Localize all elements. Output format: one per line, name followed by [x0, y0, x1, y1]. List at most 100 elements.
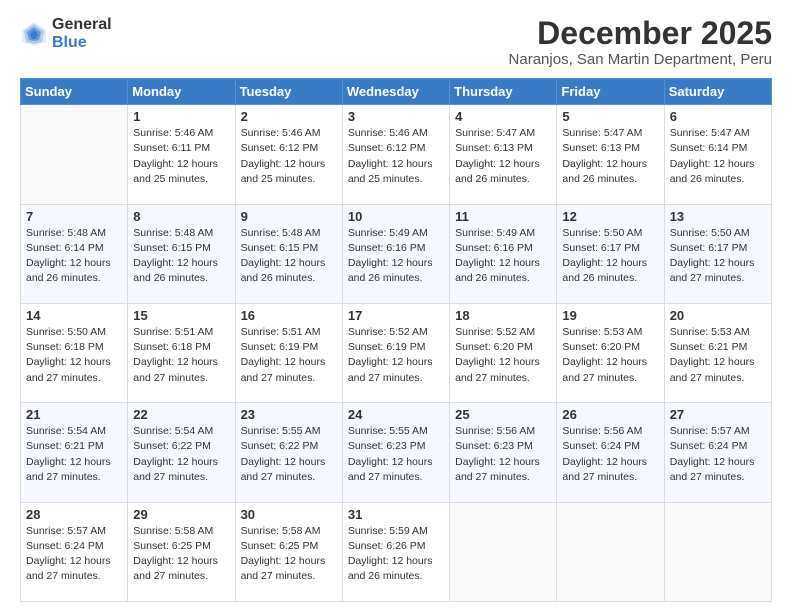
- day-info: Sunrise: 5:50 AM Sunset: 6:17 PM Dayligh…: [562, 226, 658, 287]
- calendar-cell: 5 Sunrise: 5:47 AM Sunset: 6:13 PM Daylig…: [557, 105, 664, 204]
- day-info: Sunrise: 5:52 AM Sunset: 6:19 PM Dayligh…: [348, 325, 444, 386]
- day-info: Sunrise: 5:55 AM Sunset: 6:22 PM Dayligh…: [241, 424, 337, 485]
- day-info: Sunrise: 5:48 AM Sunset: 6:15 PM Dayligh…: [241, 226, 337, 287]
- day-info: Sunrise: 5:48 AM Sunset: 6:15 PM Dayligh…: [133, 226, 229, 287]
- subtitle: Naranjos, San Martin Department, Peru: [509, 51, 772, 68]
- page: General Blue December 2025 Naranjos, San…: [0, 0, 792, 612]
- day-number: 23: [241, 407, 337, 422]
- calendar-week-5: 28 Sunrise: 5:57 AM Sunset: 6:24 PM Dayli…: [21, 502, 772, 601]
- day-info: Sunrise: 5:46 AM Sunset: 6:12 PM Dayligh…: [348, 126, 444, 187]
- calendar-cell: 1 Sunrise: 5:46 AM Sunset: 6:11 PM Daylig…: [128, 105, 235, 204]
- day-number: 18: [455, 308, 551, 323]
- calendar-cell: 20Sunrise: 5:53 AM Sunset: 6:21 PM Dayli…: [664, 303, 771, 402]
- day-info: Sunrise: 5:50 AM Sunset: 6:18 PM Dayligh…: [26, 325, 122, 386]
- header-tuesday: Tuesday: [235, 79, 342, 105]
- calendar-cell: 25Sunrise: 5:56 AM Sunset: 6:23 PM Dayli…: [450, 403, 557, 502]
- calendar-cell: 8 Sunrise: 5:48 AM Sunset: 6:15 PM Daylig…: [128, 204, 235, 303]
- day-number: 19: [562, 308, 658, 323]
- day-number: 28: [26, 507, 122, 522]
- day-info: Sunrise: 5:58 AM Sunset: 6:25 PM Dayligh…: [241, 524, 337, 585]
- day-info: Sunrise: 5:49 AM Sunset: 6:16 PM Dayligh…: [348, 226, 444, 287]
- day-info: Sunrise: 5:47 AM Sunset: 6:13 PM Dayligh…: [562, 126, 658, 187]
- calendar-cell: 24Sunrise: 5:55 AM Sunset: 6:23 PM Dayli…: [342, 403, 449, 502]
- day-info: Sunrise: 5:57 AM Sunset: 6:24 PM Dayligh…: [26, 524, 122, 585]
- day-info: Sunrise: 5:54 AM Sunset: 6:22 PM Dayligh…: [133, 424, 229, 485]
- day-number: 30: [241, 507, 337, 522]
- calendar-cell: 26Sunrise: 5:56 AM Sunset: 6:24 PM Dayli…: [557, 403, 664, 502]
- day-number: 15: [133, 308, 229, 323]
- logo-general-text: General: [52, 16, 112, 34]
- calendar-week-4: 21 Sunrise: 5:54 AM Sunset: 6:21 PM Dayli…: [21, 403, 772, 502]
- calendar-cell: 18 Sunrise: 5:52 AM Sunset: 6:20 PM Dayli…: [450, 303, 557, 402]
- logo-icon: [20, 20, 48, 48]
- day-info: Sunrise: 5:51 AM Sunset: 6:19 PM Dayligh…: [241, 325, 337, 386]
- day-number: 4: [455, 109, 551, 124]
- day-info: Sunrise: 5:47 AM Sunset: 6:13 PM Dayligh…: [455, 126, 551, 187]
- day-number: 11: [455, 209, 551, 224]
- logo: General Blue: [20, 16, 112, 51]
- day-number: 1: [133, 109, 229, 124]
- day-info: Sunrise: 5:46 AM Sunset: 6:12 PM Dayligh…: [241, 126, 337, 187]
- calendar-week-2: 7 Sunrise: 5:48 AM Sunset: 6:14 PM Daylig…: [21, 204, 772, 303]
- calendar-cell: 28 Sunrise: 5:57 AM Sunset: 6:24 PM Dayli…: [21, 502, 128, 601]
- day-number: 17: [348, 308, 444, 323]
- header: General Blue December 2025 Naranjos, San…: [20, 16, 772, 68]
- day-number: 8: [133, 209, 229, 224]
- logo-blue-text: Blue: [52, 34, 112, 52]
- day-number: 9: [241, 209, 337, 224]
- day-number: 25: [455, 407, 551, 422]
- title-block: December 2025 Naranjos, San Martin Depar…: [509, 16, 772, 68]
- calendar-cell: 16Sunrise: 5:51 AM Sunset: 6:19 PM Dayli…: [235, 303, 342, 402]
- day-info: Sunrise: 5:49 AM Sunset: 6:16 PM Dayligh…: [455, 226, 551, 287]
- day-number: 3: [348, 109, 444, 124]
- day-number: 14: [26, 308, 122, 323]
- calendar-cell: 13 Sunrise: 5:50 AM Sunset: 6:17 PM Dayli…: [664, 204, 771, 303]
- calendar-cell: 6 Sunrise: 5:47 AM Sunset: 6:14 PM Daylig…: [664, 105, 771, 204]
- calendar-week-3: 14 Sunrise: 5:50 AM Sunset: 6:18 PM Dayli…: [21, 303, 772, 402]
- day-number: 31: [348, 507, 444, 522]
- day-number: 26: [562, 407, 658, 422]
- day-info: Sunrise: 5:47 AM Sunset: 6:14 PM Dayligh…: [670, 126, 766, 187]
- day-info: Sunrise: 5:50 AM Sunset: 6:17 PM Dayligh…: [670, 226, 766, 287]
- header-saturday: Saturday: [664, 79, 771, 105]
- day-info: Sunrise: 5:52 AM Sunset: 6:20 PM Dayligh…: [455, 325, 551, 386]
- header-wednesday: Wednesday: [342, 79, 449, 105]
- calendar-cell: 19 Sunrise: 5:53 AM Sunset: 6:20 PM Dayli…: [557, 303, 664, 402]
- calendar-cell: 3 Sunrise: 5:46 AM Sunset: 6:12 PM Daylig…: [342, 105, 449, 204]
- day-info: Sunrise: 5:51 AM Sunset: 6:18 PM Dayligh…: [133, 325, 229, 386]
- calendar-cell: 7 Sunrise: 5:48 AM Sunset: 6:14 PM Daylig…: [21, 204, 128, 303]
- main-title: December 2025: [509, 16, 772, 51]
- calendar-cell: 27Sunrise: 5:57 AM Sunset: 6:24 PM Dayli…: [664, 403, 771, 502]
- day-info: Sunrise: 5:57 AM Sunset: 6:24 PM Dayligh…: [670, 424, 766, 485]
- day-number: 29: [133, 507, 229, 522]
- day-info: Sunrise: 5:48 AM Sunset: 6:14 PM Dayligh…: [26, 226, 122, 287]
- day-info: Sunrise: 5:46 AM Sunset: 6:11 PM Dayligh…: [133, 126, 229, 187]
- calendar-cell: 21 Sunrise: 5:54 AM Sunset: 6:21 PM Dayli…: [21, 403, 128, 502]
- header-thursday: Thursday: [450, 79, 557, 105]
- day-info: Sunrise: 5:54 AM Sunset: 6:21 PM Dayligh…: [26, 424, 122, 485]
- header-monday: Monday: [128, 79, 235, 105]
- day-number: 13: [670, 209, 766, 224]
- day-number: 2: [241, 109, 337, 124]
- calendar-table: Sunday Monday Tuesday Wednesday Thursday…: [20, 78, 772, 602]
- calendar-cell: 31Sunrise: 5:59 AM Sunset: 6:26 PM Dayli…: [342, 502, 449, 601]
- day-info: Sunrise: 5:53 AM Sunset: 6:20 PM Dayligh…: [562, 325, 658, 386]
- calendar-week-1: 1 Sunrise: 5:46 AM Sunset: 6:11 PM Daylig…: [21, 105, 772, 204]
- calendar-cell: [557, 502, 664, 601]
- calendar-cell: 2 Sunrise: 5:46 AM Sunset: 6:12 PM Daylig…: [235, 105, 342, 204]
- day-number: 6: [670, 109, 766, 124]
- day-number: 21: [26, 407, 122, 422]
- calendar-cell: 4 Sunrise: 5:47 AM Sunset: 6:13 PM Daylig…: [450, 105, 557, 204]
- calendar-cell: 29 Sunrise: 5:58 AM Sunset: 6:25 PM Dayli…: [128, 502, 235, 601]
- day-number: 7: [26, 209, 122, 224]
- day-number: 20: [670, 308, 766, 323]
- day-number: 5: [562, 109, 658, 124]
- calendar-header-row: Sunday Monday Tuesday Wednesday Thursday…: [21, 79, 772, 105]
- calendar-cell: 9 Sunrise: 5:48 AM Sunset: 6:15 PM Daylig…: [235, 204, 342, 303]
- day-info: Sunrise: 5:58 AM Sunset: 6:25 PM Dayligh…: [133, 524, 229, 585]
- calendar-cell: 30 Sunrise: 5:58 AM Sunset: 6:25 PM Dayli…: [235, 502, 342, 601]
- calendar-cell: [21, 105, 128, 204]
- day-number: 24: [348, 407, 444, 422]
- calendar-cell: [664, 502, 771, 601]
- day-number: 12: [562, 209, 658, 224]
